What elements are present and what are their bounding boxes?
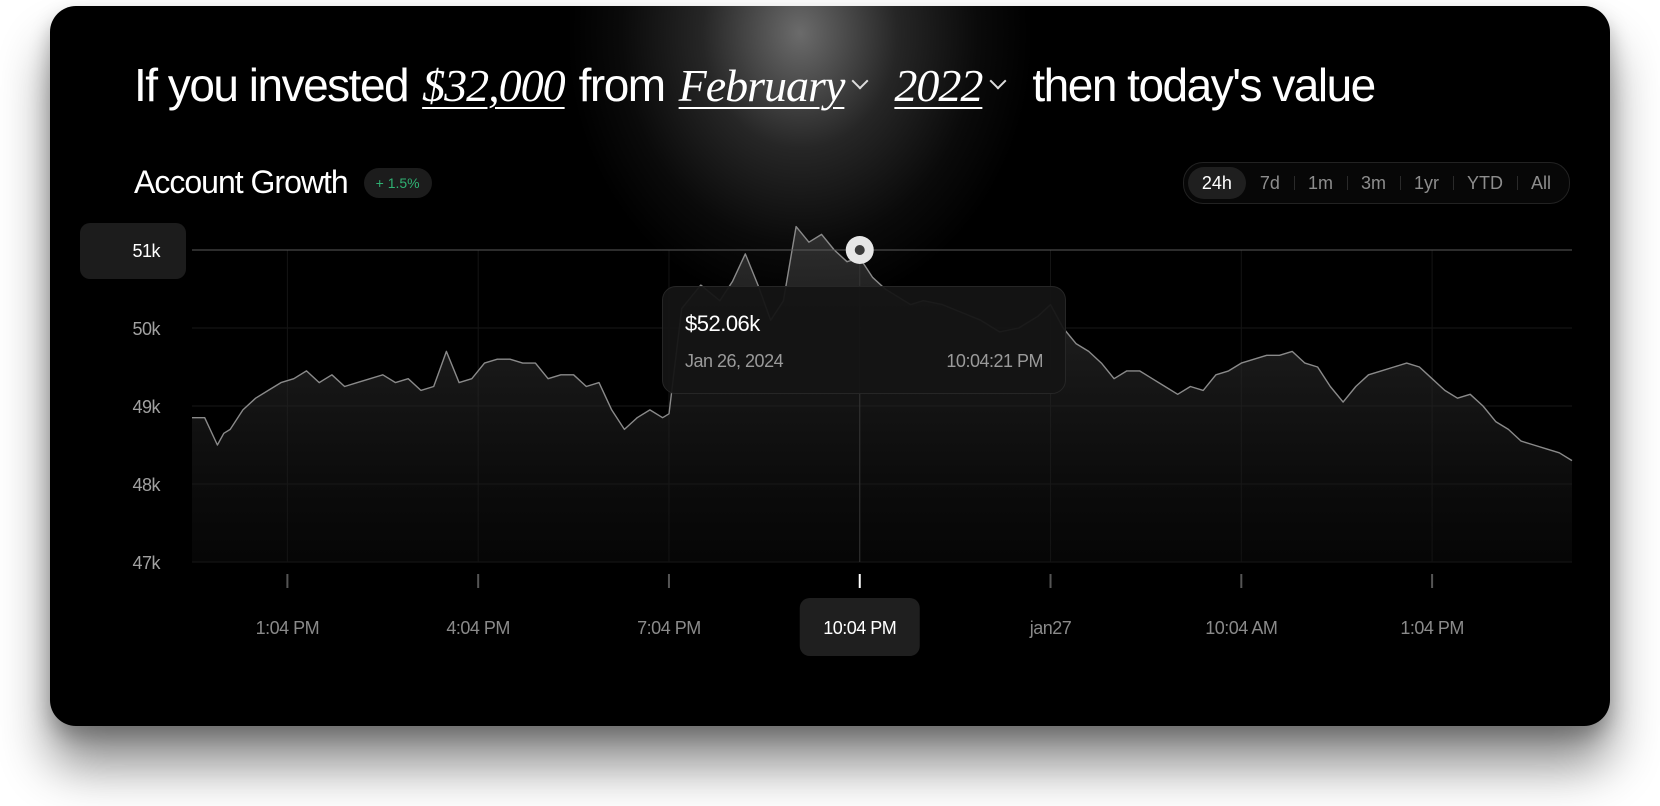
y-tick-label: 51k: [132, 241, 161, 261]
x-tick-label: jan27: [1029, 618, 1072, 638]
x-tick-label: 4:04 PM: [446, 618, 510, 638]
x-tick-label: 10:04 PM: [823, 618, 896, 638]
x-tick-label: 10:04 AM: [1205, 618, 1277, 638]
y-tick-label: 47k: [132, 553, 161, 573]
investment-card: If you invested $32,000 from February 20…: [50, 6, 1610, 726]
hover-marker-center: [854, 245, 865, 255]
y-tick-label: 49k: [132, 397, 161, 417]
series-area: [192, 226, 1572, 562]
x-tick-label: 7:04 PM: [637, 618, 701, 638]
tooltip-time: 10:04:21 PM: [946, 351, 1043, 371]
x-tick-label: 1:04 PM: [256, 618, 320, 638]
tooltip-value: $52.06k: [685, 311, 760, 336]
y-tick-label: 50k: [132, 319, 161, 339]
tooltip-date: Jan 26, 2024: [685, 351, 784, 371]
y-tick-label: 48k: [132, 475, 161, 495]
x-tick-label: 1:04 PM: [1400, 618, 1464, 638]
chart-tooltip: $52.06k Jan 26, 2024 10:04:21 PM: [662, 286, 1066, 394]
